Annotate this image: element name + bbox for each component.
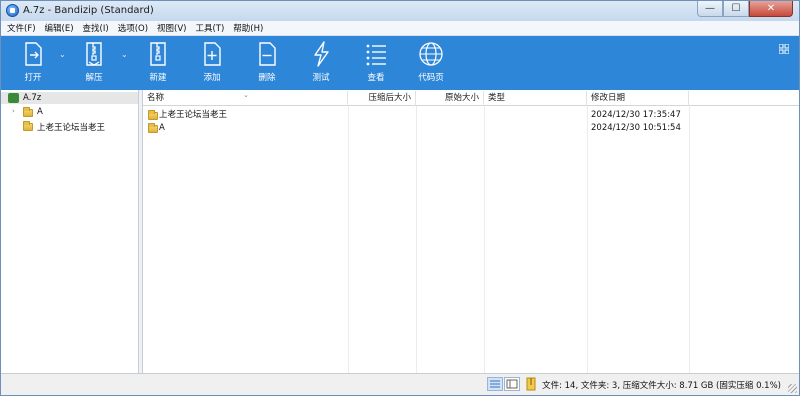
tree-item-label: A bbox=[37, 107, 43, 117]
details-view-icon bbox=[490, 380, 500, 388]
menu-find[interactable]: 查找(I) bbox=[83, 22, 109, 34]
column-divider bbox=[587, 106, 588, 373]
details-view-toggle[interactable] bbox=[487, 377, 503, 391]
extract-label: 解压 bbox=[85, 73, 103, 83]
tree-pane-toggle[interactable] bbox=[504, 377, 520, 391]
extract-icon bbox=[86, 42, 102, 66]
archive-icon bbox=[8, 93, 19, 103]
file-list: 名称 ⌄ 压缩后大小 原始大小 类型 修改日期 上老王论坛当老王 2024/12… bbox=[143, 90, 799, 373]
list-header: 名称 ⌄ 压缩后大小 原始大小 类型 修改日期 bbox=[143, 91, 799, 106]
tree-item-a[interactable]: › A bbox=[1, 106, 138, 119]
new-icon bbox=[150, 42, 166, 66]
extract-dropdown-arrow[interactable]: ⌄ bbox=[121, 50, 129, 59]
bandizip-app-icon[interactable] bbox=[6, 4, 19, 17]
tree-item-label: 上老王论坛当老王 bbox=[37, 123, 106, 133]
test-icon bbox=[314, 41, 329, 67]
maximize-button[interactable]: ☐ bbox=[723, 1, 749, 17]
sort-indicator-icon: ⌄ bbox=[243, 91, 249, 99]
window-title: A.7z - Bandizip (Standard) bbox=[23, 5, 154, 16]
title-bar: A.7z - Bandizip (Standard) — ☐ ✕ bbox=[1, 1, 799, 21]
app-window: A.7z - Bandizip (Standard) — ☐ ✕ 文件(F) 编… bbox=[0, 0, 800, 396]
table-row[interactable]: 上老王论坛当老王 2024/12/30 17:35:47 bbox=[143, 109, 799, 122]
folder-icon bbox=[23, 121, 33, 131]
tree-root[interactable]: A.7z bbox=[1, 92, 138, 104]
archive-info-toggle[interactable] bbox=[524, 377, 540, 391]
menu-options[interactable]: 选项(O) bbox=[118, 22, 148, 34]
column-header-packed-size[interactable]: 压缩后大小 bbox=[348, 91, 416, 106]
pane-layout-icon bbox=[506, 379, 518, 389]
menu-bar: 文件(F) 编辑(E) 查找(I) 选项(O) 视图(V) 工具(T) 帮助(H… bbox=[1, 21, 799, 36]
codepage-icon bbox=[419, 42, 443, 66]
add-icon bbox=[204, 42, 221, 66]
column-divider bbox=[348, 106, 349, 373]
file-modified: 2024/12/30 17:35:47 bbox=[591, 110, 681, 120]
status-bar: 文件: 14, 文件夹: 3, 压缩文件大小: 8.71 GB (固实压缩 0.… bbox=[1, 373, 799, 395]
column-divider bbox=[416, 106, 417, 373]
column-header-modified[interactable]: 修改日期 bbox=[587, 91, 689, 106]
open-icon bbox=[25, 42, 42, 66]
folder-tree: A.7z › A 上老王论坛当老王 bbox=[1, 90, 139, 373]
menu-tools[interactable]: 工具(T) bbox=[195, 22, 224, 34]
menu-file[interactable]: 文件(F) bbox=[7, 22, 36, 34]
column-header-name[interactable]: 名称 ⌄ bbox=[143, 91, 348, 106]
extract-button[interactable]: 解压 bbox=[74, 40, 114, 86]
delete-button[interactable]: 删除 bbox=[247, 40, 287, 86]
file-modified: 2024/12/30 10:51:54 bbox=[591, 123, 681, 133]
column-header-original-size[interactable]: 原始大小 bbox=[416, 91, 484, 106]
new-label: 新建 bbox=[149, 73, 167, 83]
archive-info-icon bbox=[526, 377, 536, 391]
file-name: A bbox=[159, 123, 165, 133]
minimize-button[interactable]: — bbox=[697, 1, 723, 17]
file-name: 上老王论坛当老王 bbox=[159, 110, 228, 120]
view-icon bbox=[366, 44, 386, 66]
toolbar: 打开 ⌄ 解压 ⌄ 新建 添加 删除 测试 查看 代码页 bbox=[1, 36, 799, 90]
view-button[interactable]: 查看 bbox=[356, 40, 396, 86]
add-label: 添加 bbox=[203, 73, 221, 83]
delete-icon bbox=[259, 42, 276, 66]
view-label: 查看 bbox=[367, 73, 385, 83]
column-divider bbox=[484, 106, 485, 373]
close-button[interactable]: ✕ bbox=[749, 1, 793, 17]
menu-view[interactable]: 视图(V) bbox=[157, 22, 186, 34]
delete-label: 删除 bbox=[258, 73, 276, 83]
tree-root-label: A.7z bbox=[23, 93, 42, 103]
test-button[interactable]: 测试 bbox=[301, 40, 341, 86]
layout-menu-icon[interactable] bbox=[779, 44, 789, 54]
folder-icon bbox=[23, 107, 33, 117]
tree-item-laowang[interactable]: 上老王论坛当老王 bbox=[1, 120, 138, 133]
codepage-label: 代码页 bbox=[418, 73, 444, 83]
codepage-button[interactable]: 代码页 bbox=[411, 40, 451, 86]
open-button[interactable]: 打开 bbox=[13, 40, 53, 86]
add-button[interactable]: 添加 bbox=[192, 40, 232, 86]
expand-arrow-icon[interactable]: › bbox=[12, 107, 15, 115]
resize-grip[interactable] bbox=[788, 384, 797, 393]
test-label: 测试 bbox=[312, 73, 330, 83]
window-controls: — ☐ ✕ bbox=[697, 1, 793, 18]
open-dropdown-arrow[interactable]: ⌄ bbox=[59, 50, 67, 59]
status-summary: 文件: 14, 文件夹: 3, 压缩文件大小: 8.71 GB (固实压缩 0.… bbox=[542, 381, 781, 391]
open-label: 打开 bbox=[24, 73, 42, 83]
column-header-type[interactable]: 类型 bbox=[484, 91, 587, 106]
menu-help[interactable]: 帮助(H) bbox=[233, 22, 263, 34]
menu-edit[interactable]: 编辑(E) bbox=[45, 22, 74, 34]
new-archive-button[interactable]: 新建 bbox=[138, 40, 178, 86]
column-label: 名称 bbox=[147, 93, 165, 103]
column-divider bbox=[689, 106, 690, 373]
table-row[interactable]: A 2024/12/30 10:51:54 bbox=[143, 122, 799, 135]
